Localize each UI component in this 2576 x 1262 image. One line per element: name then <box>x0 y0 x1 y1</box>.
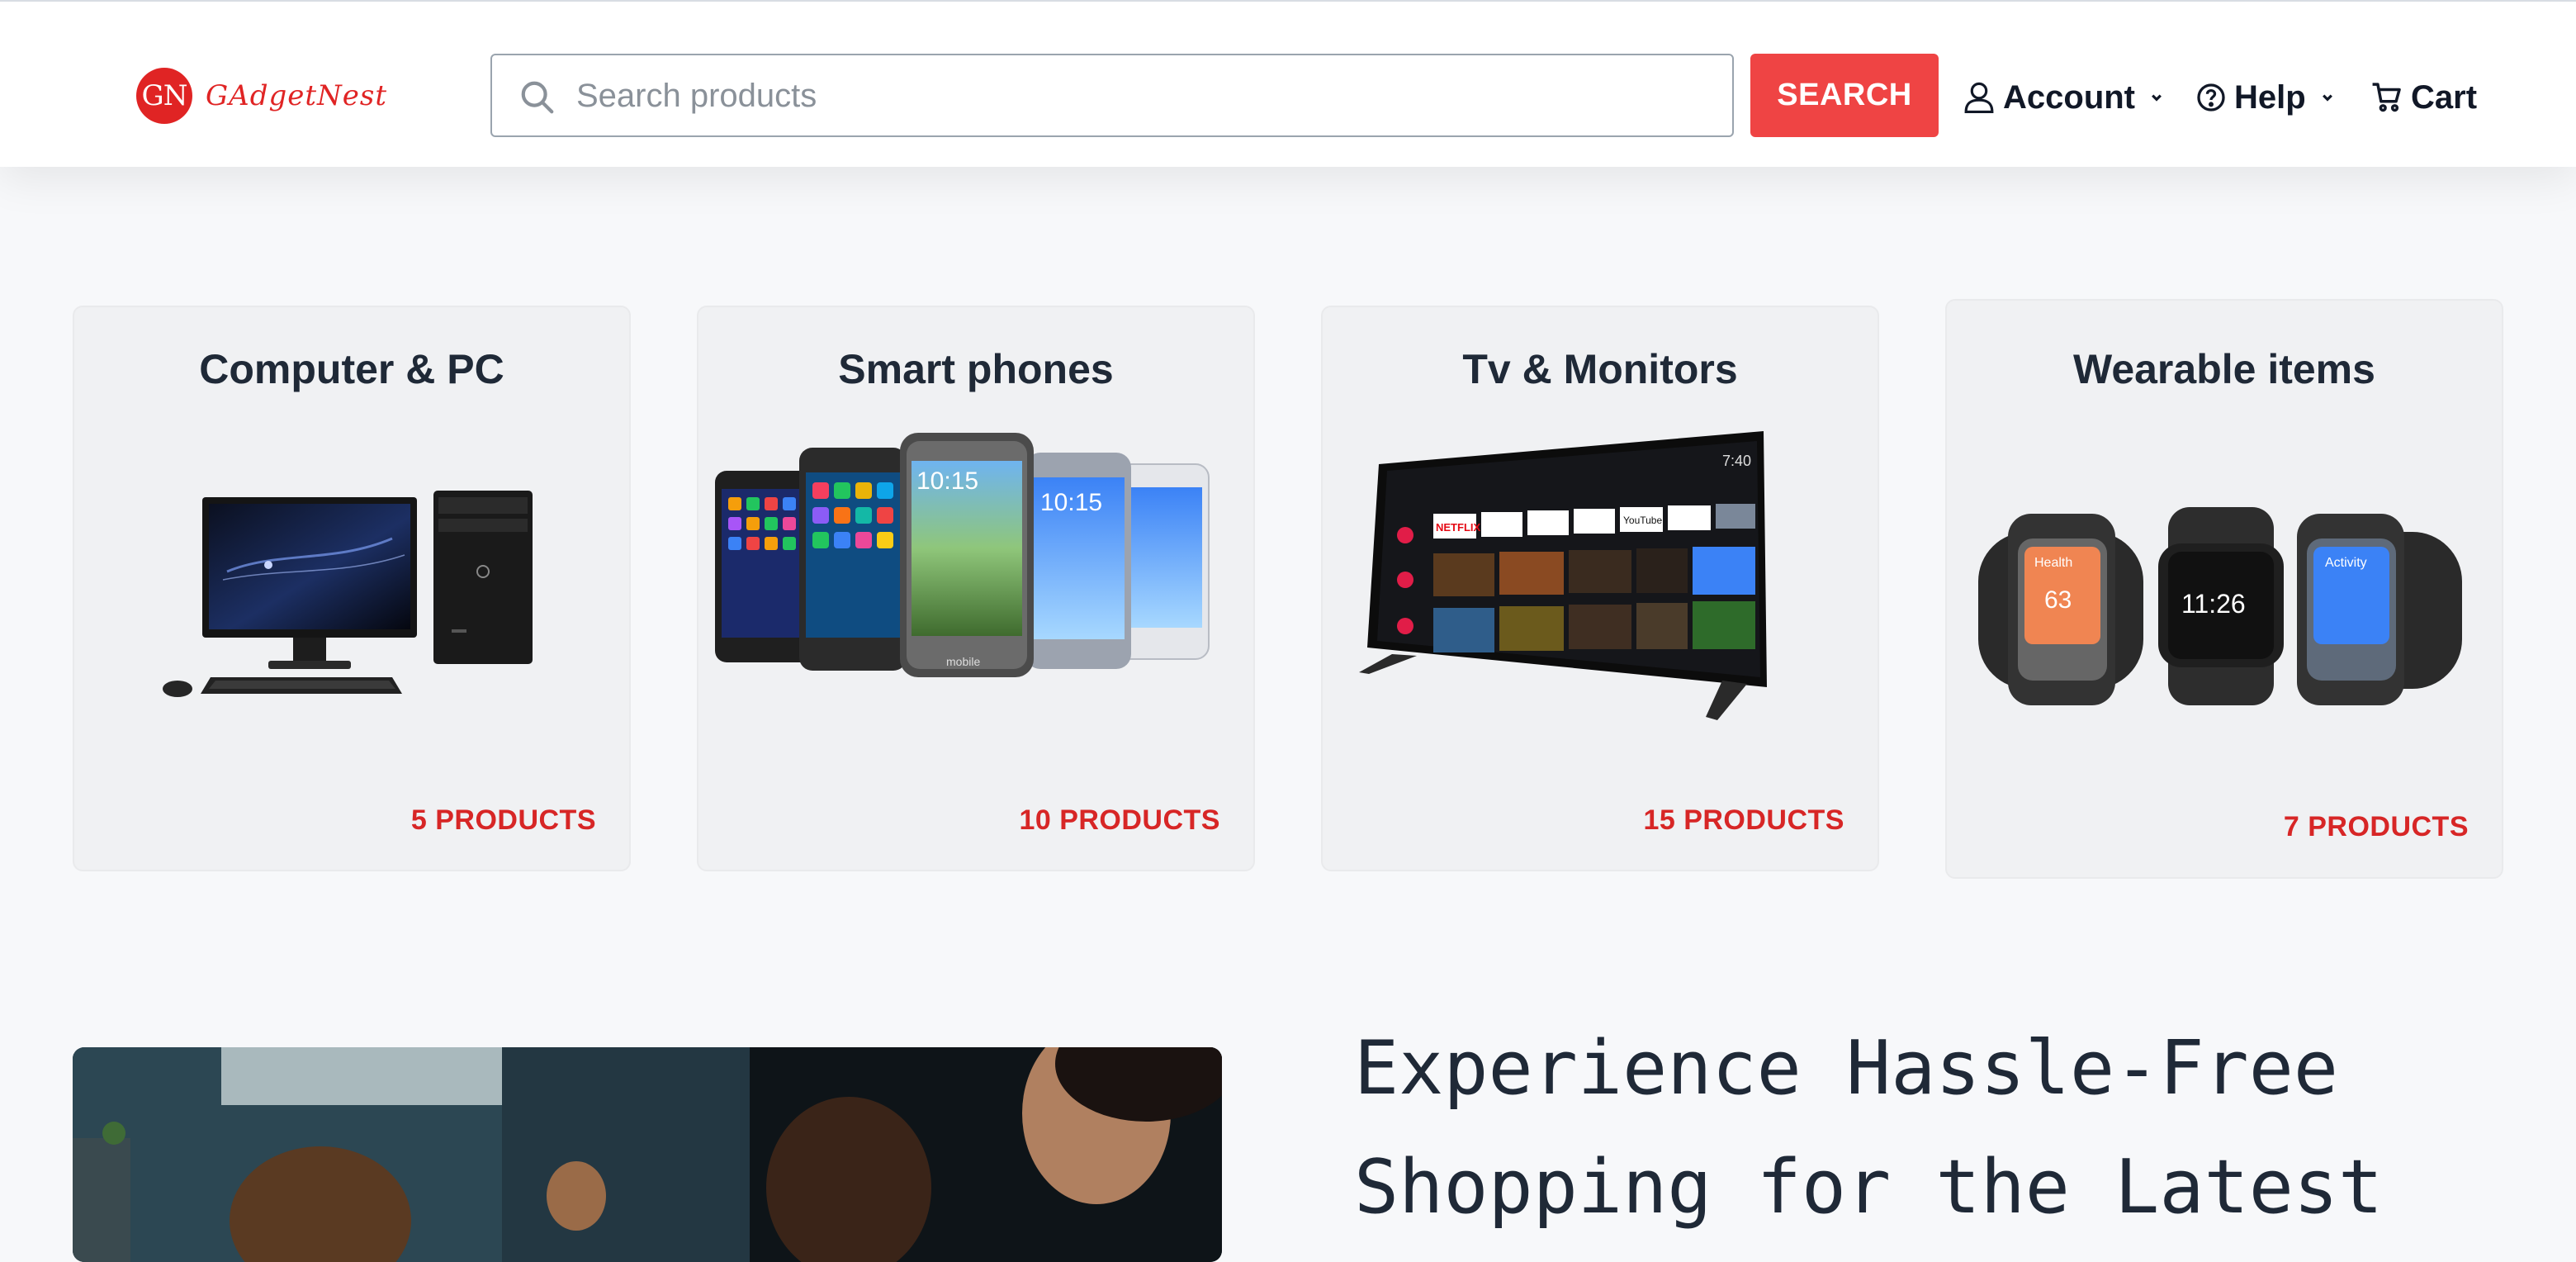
tv-clock: 7:40 <box>1722 453 1751 469</box>
smart-tv-image: 7:40 NETFLIX YouTube <box>1359 431 1767 720</box>
cart-label: Cart <box>2411 78 2478 116</box>
category-card-tv-monitors[interactable]: Tv & Monitors 7:40 NETFLIX YouTube 15 PR… <box>1321 306 1879 871</box>
account-menu[interactable]: Account <box>1963 74 2171 121</box>
category-title: Wearable items <box>2073 346 2375 392</box>
category-title: Smart phones <box>838 346 1114 392</box>
smartwatches-image: Health 63 11:26 Activity <box>1978 507 2462 705</box>
category-title: Tv & Monitors <box>1462 346 1738 392</box>
phone-brand: mobile <box>946 655 980 668</box>
category-count: 10 PRODUCTS <box>1019 804 1220 836</box>
hero-image <box>73 1047 1222 1262</box>
chevron-down-icon <box>2322 94 2332 102</box>
help-menu[interactable]: Help <box>2196 74 2342 121</box>
phone-time-center: 10:15 <box>916 467 978 495</box>
shoppers-photo <box>73 1047 1222 1262</box>
search-input[interactable] <box>575 55 1717 137</box>
category-card-computer[interactable]: Computer & PC 5 PRODUCTS <box>73 306 631 871</box>
tv-netflix: NETFLIX <box>1436 521 1480 534</box>
account-label: Account <box>2003 78 2135 116</box>
category-count: 15 PRODUCTS <box>1643 804 1844 836</box>
watch-activity-label: Activity <box>2325 556 2367 570</box>
phone-time: 10:15 <box>1040 489 1102 516</box>
watch-health-label: Health <box>2034 556 2072 570</box>
category-count: 7 PRODUCTS <box>2283 811 2469 842</box>
tv-youtube: YouTube <box>1623 515 1662 526</box>
cart-icon <box>2372 83 2401 112</box>
smartphones-image: 10:15 10:15 mobile <box>715 433 1210 677</box>
desktop-computer-image <box>163 491 533 697</box>
category-card-wearables[interactable]: Wearable items Health 63 11:26 Activity … <box>1945 299 2503 879</box>
brand-name: GAdgetNest <box>206 79 388 112</box>
help-label: Help <box>2234 78 2306 116</box>
user-icon <box>1964 82 1994 113</box>
category-card-smartphones[interactable]: Smart phones 10:15 10:15 mobile 10 PRODU… <box>697 306 1255 871</box>
category-count: 5 PRODUCTS <box>410 804 596 836</box>
question-circle-icon <box>2197 83 2225 111</box>
logo-badge: GN <box>136 68 192 124</box>
watch-time: 11:26 <box>2181 589 2246 619</box>
search-button[interactable]: SEARCH <box>1750 54 1939 137</box>
search-icon <box>521 81 554 114</box>
search-bar <box>490 54 1734 137</box>
site-header: GN GAdgetNest SEARCH Account Help Cart <box>0 0 2576 167</box>
brand-logo[interactable]: GN GAdgetNest <box>136 68 387 124</box>
watch-heart-value: 63 <box>2044 586 2072 614</box>
hero-title: Experience Hassle-Free Shopping for the … <box>1354 1025 2384 1231</box>
cart-link[interactable]: Cart <box>2371 74 2477 121</box>
chevron-down-icon <box>2152 94 2162 102</box>
category-title: Computer & PC <box>199 346 504 392</box>
